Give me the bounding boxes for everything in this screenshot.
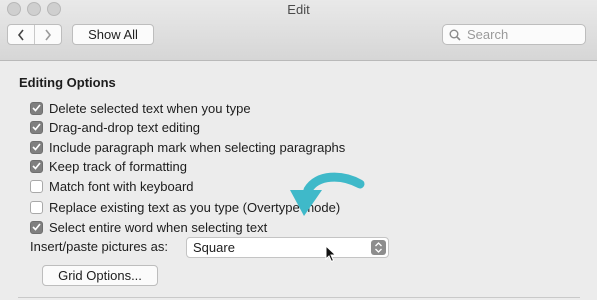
mouse-pointer-icon bbox=[325, 245, 337, 263]
curved-arrow-icon bbox=[290, 172, 365, 216]
option-row[interactable]: Delete selected text when you type bbox=[30, 99, 251, 117]
section-title: Editing Options bbox=[19, 75, 116, 90]
checkmark-icon bbox=[32, 104, 41, 112]
option-row[interactable]: Include paragraph mark when selecting pa… bbox=[30, 138, 345, 156]
option-row[interactable]: Drag-and-drop text editing bbox=[30, 118, 200, 136]
checkmark-icon bbox=[32, 123, 41, 131]
option-checkbox[interactable] bbox=[30, 101, 43, 115]
option-row[interactable]: Match font with keyboard bbox=[30, 177, 194, 195]
window-title: Edit bbox=[287, 2, 310, 17]
search-field[interactable] bbox=[442, 24, 586, 45]
option-checkbox[interactable] bbox=[30, 140, 43, 154]
option-checkbox[interactable] bbox=[30, 220, 43, 234]
option-label: Keep track of formatting bbox=[49, 158, 188, 174]
show-all-button[interactable]: Show All bbox=[72, 24, 154, 45]
checkmark-icon bbox=[32, 162, 41, 170]
option-label: Delete selected text when you type bbox=[49, 100, 251, 116]
search-input[interactable] bbox=[465, 26, 579, 43]
back-forward-nav bbox=[7, 24, 62, 45]
option-label: Select entire word when selecting text bbox=[49, 219, 268, 235]
option-checkbox[interactable] bbox=[30, 200, 43, 214]
insert-paste-select[interactable]: Square bbox=[186, 237, 389, 258]
checkmark-icon bbox=[32, 223, 41, 231]
option-checkbox[interactable] bbox=[30, 179, 43, 193]
option-row[interactable]: Keep track of formatting bbox=[30, 157, 187, 175]
option-row[interactable]: Select entire word when selecting text bbox=[30, 218, 267, 236]
option-label: Drag-and-drop text editing bbox=[49, 119, 201, 135]
checkmark-icon bbox=[32, 143, 41, 151]
divider bbox=[18, 297, 580, 298]
title-bar: Edit Show All bbox=[0, 0, 597, 61]
insert-paste-selected-value: Square bbox=[193, 240, 235, 255]
forward-button[interactable] bbox=[34, 25, 61, 44]
select-stepper-icon bbox=[371, 240, 386, 255]
search-icon bbox=[449, 29, 461, 41]
grid-options-button[interactable]: Grid Options... bbox=[42, 265, 158, 286]
chevron-right-icon bbox=[45, 29, 52, 40]
option-label: Include paragraph mark when selecting pa… bbox=[49, 139, 346, 155]
insert-paste-label: Insert/paste pictures as: bbox=[30, 239, 169, 254]
chevron-left-icon bbox=[17, 29, 24, 40]
option-label: Match font with keyboard bbox=[49, 178, 194, 194]
option-checkbox[interactable] bbox=[30, 120, 43, 134]
option-checkbox[interactable] bbox=[30, 159, 43, 173]
back-button[interactable] bbox=[8, 25, 34, 44]
